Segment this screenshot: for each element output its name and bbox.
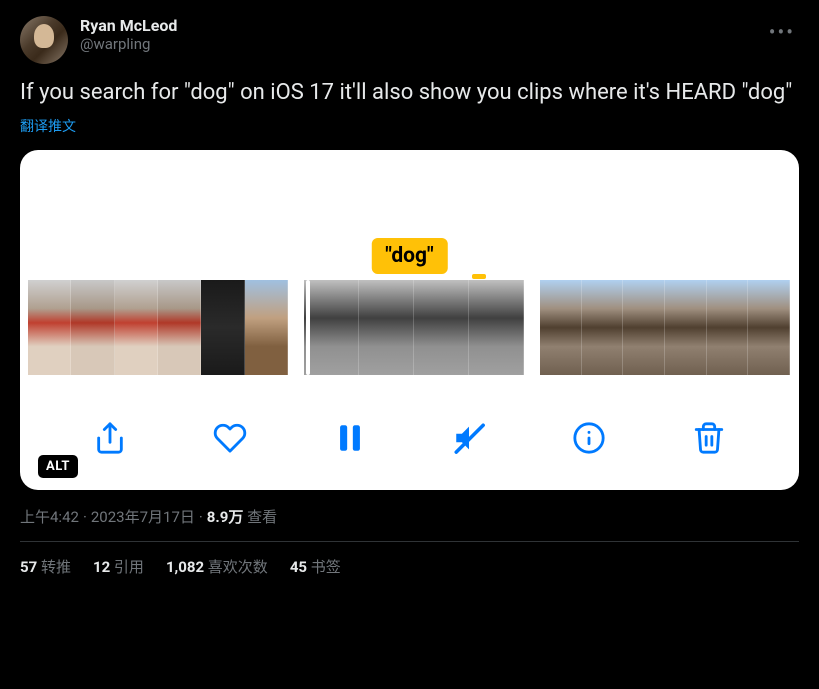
user-handle[interactable]: @warpling [80,35,753,53]
quotes-stat[interactable]: 12 引用 [93,556,144,577]
avatar[interactable] [20,16,68,64]
views-count[interactable]: 8.9万 [207,508,244,526]
clip-frame [748,280,790,375]
clip-frame [245,280,288,375]
clip-frame [414,280,469,375]
trash-icon[interactable] [692,421,726,455]
alt-badge[interactable]: ALT [38,455,78,478]
clip-frame [201,280,244,375]
user-info: Ryan McLeod @warpling [80,16,753,53]
clip-frame [115,280,158,375]
share-icon[interactable] [93,421,127,455]
bookmarks-stat[interactable]: 45 书签 [290,556,341,577]
pause-icon[interactable] [333,421,367,455]
display-name[interactable]: Ryan McLeod [80,16,753,35]
views-label: 查看 [247,508,277,526]
translate-link[interactable]: 翻译推文 [20,116,799,136]
clip-frame [582,280,624,375]
search-chip: "dog" [371,238,447,274]
clip-frame [540,280,582,375]
tweet-header: Ryan McLeod @warpling ••• [20,16,799,64]
more-icon[interactable]: ••• [765,16,799,48]
clip-frame [158,280,201,375]
stats-row: 57 转推 12 引用 1,082 喜欢次数 45 书签 [20,542,799,577]
clip-frame [359,280,414,375]
clip-frame [665,280,707,375]
clip-frame [623,280,665,375]
clip-frame [28,280,71,375]
playhead[interactable] [306,280,310,375]
clip-group[interactable] [28,280,288,375]
tweet-date[interactable]: 2023年7月17日 [91,508,195,526]
marker-tick [472,274,486,279]
heart-icon[interactable] [213,421,247,455]
tweet-text: If you search for "dog" on iOS 17 it'll … [20,78,799,108]
video-timeline[interactable] [20,280,799,375]
retweets-stat[interactable]: 57 转推 [20,556,71,577]
media-card[interactable]: "dog" [20,150,799,490]
info-icon[interactable] [572,421,606,455]
clip-frame [304,280,359,375]
likes-stat[interactable]: 1,082 喜欢次数 [166,556,268,577]
clip-group[interactable] [540,280,790,375]
clip-group[interactable] [304,280,524,375]
media-toolbar [20,410,799,466]
clip-frame [707,280,749,375]
tweet-time[interactable]: 上午4:42 [20,508,79,526]
tweet-meta: 上午4:42·2023年7月17日·8.9万 查看 [20,506,799,527]
mute-icon[interactable] [452,421,486,455]
tweet-container: Ryan McLeod @warpling ••• If you search … [0,0,819,577]
clip-frame [469,280,524,375]
clip-frame [71,280,114,375]
